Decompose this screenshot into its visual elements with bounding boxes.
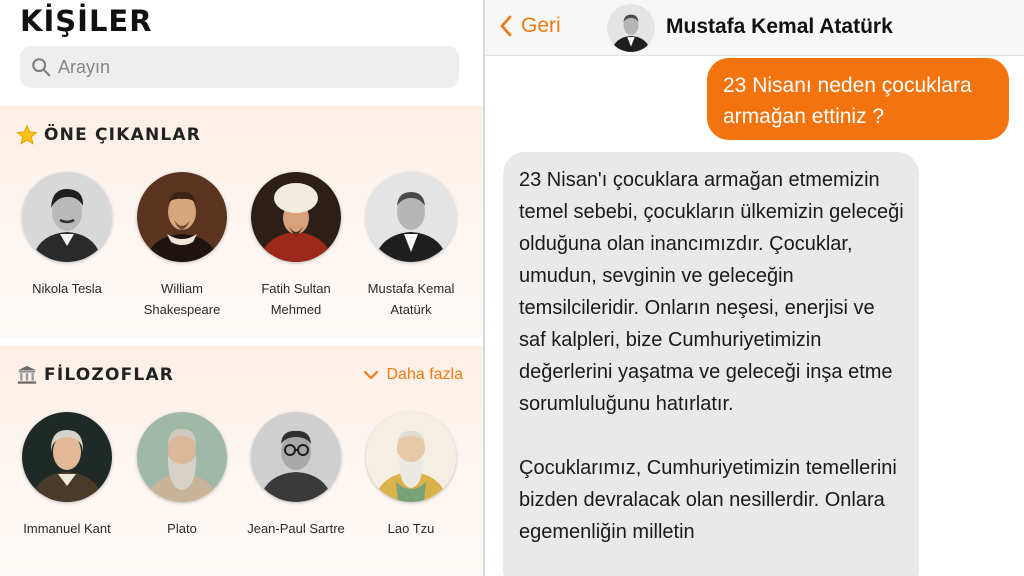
star-icon (16, 124, 38, 145)
philosophers-header: FİLOZOFLAR (16, 364, 174, 386)
chat-panel: Geri Mustafa Kemal Atatürk 23 Nisanı ned… (485, 0, 1024, 576)
chevron-left-icon (500, 15, 512, 37)
person-name: Nikola Tesla (32, 281, 102, 296)
search-icon (32, 58, 51, 77)
featured-title: ÖNE ÇIKANLAR (44, 125, 202, 145)
more-button[interactable]: Daha fazla (363, 366, 464, 384)
avatar (366, 412, 456, 502)
incoming-message: 23 Nisan'ı çocuklara armağan etmemizin t… (503, 152, 919, 576)
avatar (251, 412, 341, 502)
message-paragraph: 23 Nisan'ı çocuklara armağan etmemizin t… (519, 169, 904, 415)
person-card-fatih[interactable]: Fatih Sultan Mehmed (240, 172, 352, 320)
avatar (366, 172, 456, 262)
person-card-tesla[interactable]: Nikola Tesla (11, 172, 123, 299)
person-name: Plato (167, 521, 197, 536)
person-name: Mustafa Kemal Atatürk (367, 281, 455, 317)
person-card-sartre[interactable]: Jean-Paul Sartre (240, 412, 352, 539)
avatar (137, 412, 227, 502)
person-card-shakespeare[interactable]: William Shakespeare (126, 172, 238, 320)
person-name: Jean-Paul Sartre (247, 521, 345, 536)
featured-header: ÖNE ÇIKANLAR (16, 124, 201, 146)
back-label: Geri (521, 14, 561, 37)
avatar (251, 172, 341, 262)
person-name: Fatih Sultan Mehmed (261, 281, 331, 317)
person-card-ataturk[interactable]: Mustafa Kemal Atatürk (355, 172, 467, 320)
message-paragraph: Çocuklarımız, Cumhuriyetimizin temelleri… (519, 457, 897, 543)
featured-section: ÖNE ÇIKANLAR Nikola Tesla William Shakes… (0, 106, 483, 338)
avatar (22, 412, 112, 502)
contact-name: Mustafa Kemal Atatürk (666, 15, 893, 38)
outgoing-message: 23 Nisanı neden çocuklara armağan ettini… (707, 58, 1009, 140)
person-card-kant[interactable]: Immanuel Kant (11, 412, 123, 539)
page-title: KİŞİLER (20, 4, 153, 38)
person-card-laotzu[interactable]: Lao Tzu (355, 412, 467, 539)
person-name: Immanuel Kant (23, 521, 111, 536)
back-button[interactable]: Geri (499, 14, 561, 38)
classical-building-icon (17, 365, 37, 384)
more-label: Daha fazla (386, 366, 464, 383)
person-card-plato[interactable]: Plato (126, 412, 238, 539)
avatar (137, 172, 227, 262)
philosophers-title: FİLOZOFLAR (44, 365, 175, 385)
search-bar[interactable] (20, 46, 459, 88)
search-input[interactable] (58, 56, 438, 78)
chevron-down-icon (363, 370, 378, 380)
philosophers-section: FİLOZOFLAR Daha fazla Immanuel Kant Plat… (0, 346, 483, 576)
person-name: William Shakespeare (143, 281, 221, 317)
contact-avatar[interactable] (607, 4, 655, 52)
contacts-panel: KİŞİLER ÖNE ÇIKANLAR (0, 0, 483, 576)
chat-header: Geri Mustafa Kemal Atatürk (485, 0, 1024, 56)
person-name: Lao Tzu (387, 521, 435, 536)
avatar (22, 172, 112, 262)
